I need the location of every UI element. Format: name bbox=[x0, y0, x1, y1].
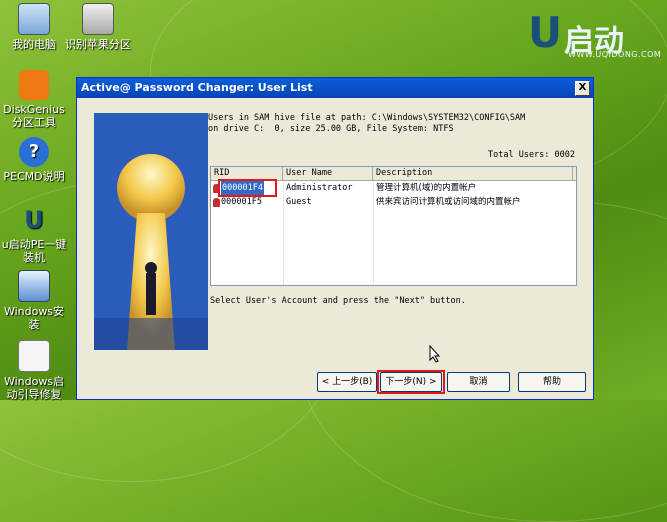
description-cell: 管理计算机(域)的内置帐户 bbox=[376, 183, 477, 193]
diskgenius-icon bbox=[19, 70, 49, 100]
desktop-icon-identify-apple-partition[interactable]: 识别苹果分区 bbox=[64, 3, 132, 51]
desktop-icon-pecmd-help[interactable]: ? PECMD说明 bbox=[0, 137, 68, 183]
uqidong-logo-icon: U bbox=[24, 206, 44, 234]
description-cell: 供来宾访问计算机或访问域的内置帐户 bbox=[376, 197, 521, 207]
highlight-box-rid bbox=[218, 179, 277, 197]
list-column-divider bbox=[373, 181, 374, 285]
keyhole-image-icon bbox=[94, 113, 208, 350]
help-button[interactable]: 帮助 bbox=[518, 372, 586, 392]
computer-icon bbox=[18, 3, 50, 35]
drive-info-line: on drive C: 0, size 25.00 GB, File Syste… bbox=[208, 124, 454, 134]
column-header-user-name[interactable]: User Name bbox=[283, 167, 373, 180]
window-titlebar[interactable]: Active@ Password Changer: User List X bbox=[77, 78, 593, 98]
highlight-box-next bbox=[377, 370, 445, 394]
desktop-icon-my-computer[interactable]: 我的电脑 bbox=[0, 3, 68, 51]
list-column-divider bbox=[283, 181, 284, 285]
user-icon bbox=[213, 197, 220, 207]
user-name-cell: Guest bbox=[286, 197, 312, 207]
user-name-cell: Administrator bbox=[286, 183, 353, 193]
desktop-icon-label: PECMD说明 bbox=[3, 170, 65, 183]
disk-icon bbox=[82, 3, 114, 35]
instruction-text: Select User's Account and press the "Nex… bbox=[210, 296, 466, 306]
installer-icon bbox=[18, 270, 50, 302]
uqidong-logo: U 启动 WWW.UQIDONG.COM bbox=[528, 8, 663, 63]
desktop-icon-label: Windows安装 bbox=[3, 305, 65, 331]
toolbox-icon bbox=[18, 340, 50, 372]
mouse-cursor-icon bbox=[429, 345, 441, 363]
desktop-icon-label: Windows启动引导修复 bbox=[3, 375, 65, 401]
rid-cell[interactable]: 000001F5 bbox=[211, 195, 283, 209]
desktop-icon-label: 我的电脑 bbox=[12, 38, 56, 51]
desktop-icon-windows-install[interactable]: Windows安装 bbox=[0, 270, 68, 331]
help-icon: ? bbox=[19, 137, 49, 167]
sam-info: Users in SAM hive file at path: C:\Windo… bbox=[208, 113, 578, 135]
keyhole-illustration bbox=[94, 113, 208, 350]
password-changer-window: Active@ Password Changer: User List X Us… bbox=[76, 77, 594, 400]
rid-value: 000001F5 bbox=[221, 197, 262, 207]
sam-path-line: Users in SAM hive file at path: C:\Windo… bbox=[208, 113, 526, 123]
desktop-icon-diskgenius[interactable]: DiskGenius分区工具 bbox=[0, 70, 68, 129]
logo-url: WWW.UQIDONG.COM bbox=[568, 50, 662, 59]
desktop-icon-uqidong-install[interactable]: U u启动PE一键装机 bbox=[0, 205, 68, 264]
table-row[interactable]: 000001F5 Guest 供来宾访问计算机或访问域的内置帐户 bbox=[211, 195, 576, 209]
uqidong-u-mark: U bbox=[528, 8, 563, 57]
close-button[interactable]: X bbox=[575, 81, 590, 96]
desktop-icon-label: DiskGenius分区工具 bbox=[3, 103, 65, 129]
cancel-button[interactable]: 取消 bbox=[447, 372, 510, 392]
desktop-icon-label: 识别苹果分区 bbox=[65, 38, 131, 51]
desktop-icon-label: u启动PE一键装机 bbox=[1, 238, 67, 264]
desktop-icon-boot-repair[interactable]: Windows启动引导修复 bbox=[0, 340, 68, 401]
column-header-description[interactable]: Description bbox=[373, 167, 573, 180]
total-users: Total Users: 0002 bbox=[488, 150, 575, 160]
back-button[interactable]: < 上一步(B) bbox=[317, 372, 377, 392]
window-title: Active@ Password Changer: User List bbox=[81, 81, 313, 94]
